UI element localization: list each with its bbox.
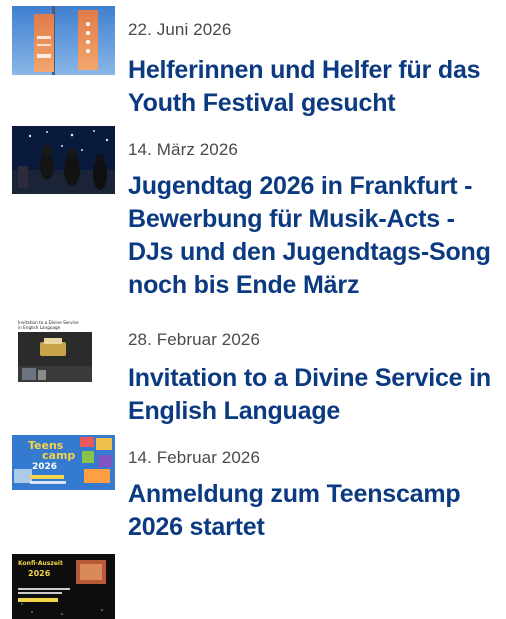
news-date: 28. Februar 2026 xyxy=(128,330,261,349)
poster-year: 2026 xyxy=(32,462,57,472)
news-title-link[interactable]: Jugendtag 2026 in Frankfurt - Bewerbung … xyxy=(128,170,502,302)
youth-festival-banners-image xyxy=(12,6,115,75)
flyer-caption-line2: in English Language xyxy=(18,325,61,330)
news-thumbnail[interactable]: Invitation to a Divine Service in Englis… xyxy=(12,318,100,384)
news-date: 14. Februar 2026 xyxy=(128,448,261,467)
news-title-link[interactable]: Invitation to a Divine Service in Englis… xyxy=(128,362,502,428)
konfi-auszeit-poster-image: Konfi-Auszeit 2026 xyxy=(12,554,115,619)
news-thumbnail[interactable]: Konfi-Auszeit 2026 xyxy=(12,554,115,619)
news-title-link[interactable]: Helferinnen und Helfer für das Youth Fes… xyxy=(128,54,502,120)
news-date: 22. Juni 2026 xyxy=(128,20,232,39)
poster-year: 2026 xyxy=(28,569,51,578)
divine-service-flyer-image: Invitation to a Divine Service in Englis… xyxy=(12,318,100,384)
poster-heading: Konfi-Auszeit xyxy=(18,560,63,567)
news-title-link[interactable]: Anmeldung zum Teenscamp 2026 startet xyxy=(128,478,502,544)
news-thumbnail[interactable] xyxy=(12,6,115,75)
news-list: 22. Juni 2026 Helferinnen und Helfer für… xyxy=(0,0,506,619)
poster-line2: camp xyxy=(42,449,75,462)
concert-stage-image xyxy=(12,126,115,194)
news-thumbnail[interactable] xyxy=(12,126,115,194)
news-thumbnail[interactable]: Teens camp 2026 xyxy=(12,435,115,490)
teenscamp-poster-image: Teens camp 2026 xyxy=(12,435,115,490)
news-date: 14. März 2026 xyxy=(128,140,238,159)
